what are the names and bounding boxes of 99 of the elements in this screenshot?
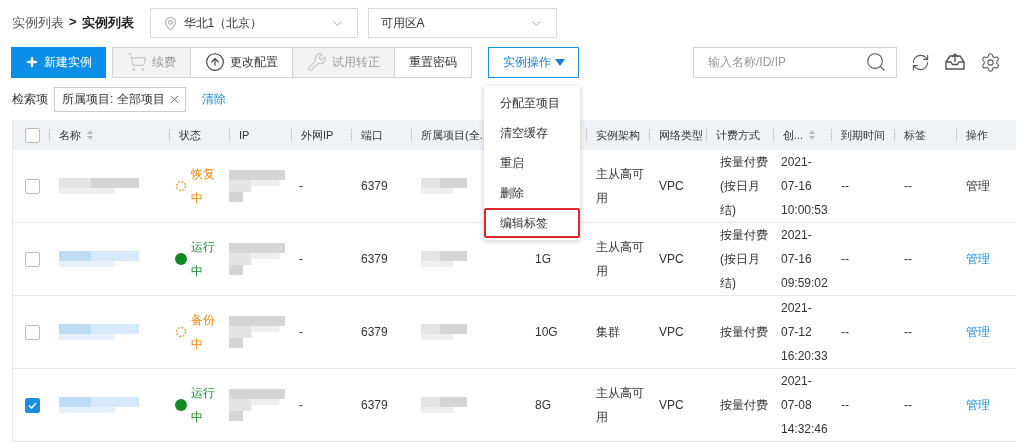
manage-link[interactable]: 管理 [966, 323, 990, 341]
breadcrumb-link[interactable]: 实例列表 [12, 14, 64, 32]
menu-item[interactable]: 删除 [484, 178, 580, 208]
table-cell-text: - [299, 251, 303, 268]
table-cell-text: 2021-07-12 16:20:33 [781, 300, 829, 365]
settings-icon[interactable] [980, 51, 1001, 73]
table-cell-text: 按量付费 [720, 324, 769, 341]
column-header: 端口 [361, 127, 383, 143]
refresh-icon[interactable] [911, 52, 930, 72]
table-cell-text: 6379 [361, 397, 388, 414]
table-cell-text: VPC [659, 324, 684, 341]
table-cell-text: VPC [659, 397, 684, 414]
column-header: 创... [783, 127, 804, 143]
column-header: IP [239, 129, 250, 141]
table-cell-text: -- [841, 324, 849, 341]
toolbar-button[interactable]: 重置密码 [394, 46, 472, 78]
column-header: 网络类型 [659, 127, 703, 143]
table-cell-text: -- [841, 251, 849, 268]
search-icon[interactable] [865, 50, 887, 73]
manage-link[interactable]: 管理 [966, 396, 990, 414]
table-cell-text: VPC [659, 251, 684, 268]
table-cell-text: - [299, 178, 303, 195]
cart-icon [127, 52, 147, 72]
table-cell-text: -- [904, 324, 912, 341]
menu-item[interactable]: 重启 [484, 148, 580, 178]
loading-icon [175, 326, 187, 338]
column-header: 标签 [904, 127, 926, 143]
table-cell-text: 10G [535, 324, 558, 341]
table-cell-text: 2021-07-08 14:32:46 [781, 373, 829, 438]
table-cell-text: 按量付费(按日月结) [720, 227, 769, 292]
column-header: 实例架构 [596, 127, 640, 143]
plus-icon [25, 55, 39, 69]
table-cell-text: 2021-07-16 10:00:53 [781, 154, 829, 219]
table-cell-text: 6379 [361, 178, 388, 195]
table-cell-text: 主从高可用 [596, 166, 645, 207]
column-header: 状态 [179, 127, 201, 143]
table-cell-text: 6379 [361, 251, 388, 268]
table-cell-text: 集群 [596, 324, 621, 341]
blurred-text [421, 397, 467, 413]
column-header: 操作 [966, 127, 988, 143]
blurred-text [229, 243, 285, 275]
table-cell-text: -- [841, 397, 849, 414]
select-all-checkbox[interactable] [25, 127, 40, 143]
arrow-up-icon [205, 52, 225, 72]
column-header: 外网IP [301, 127, 334, 143]
row-checkbox[interactable] [25, 324, 40, 340]
toolbar-button[interactable]: 更改配置 [190, 46, 293, 78]
table-cell-text: -- [904, 251, 912, 268]
upload-tray-icon[interactable] [944, 52, 966, 72]
status-text: 恢复中 [191, 166, 216, 207]
sort-icon[interactable] [86, 129, 94, 141]
table-cell-text: -- [841, 178, 849, 195]
table-cell-text: - [299, 397, 303, 414]
status-text: 备份中 [191, 312, 216, 353]
table-cell-text: -- [904, 178, 912, 195]
caret-icon [554, 58, 565, 66]
table-cell-text: 按量付费 [720, 397, 769, 414]
table-cell-text: -- [904, 397, 912, 414]
blurred-text [229, 316, 285, 348]
table-cell-text: VPC [659, 178, 684, 195]
column-header: 计费方式 [716, 127, 760, 143]
table-cell-text: - [299, 324, 303, 341]
table-cell-text: 主从高可用 [596, 239, 645, 280]
table-cell-text: 2021-07-16 09:59:02 [781, 227, 829, 292]
blurred-text [421, 251, 467, 267]
menu-item[interactable]: 编辑标签 [484, 208, 580, 238]
region-select[interactable]: 华北1（北京） [149, 8, 358, 38]
breadcrumb-separator: > [69, 14, 77, 31]
search-field[interactable]: 输入名称/ID/IP [693, 46, 897, 78]
menu-item[interactable]: 分配至项目 [484, 88, 580, 118]
column-header: 到期时间 [841, 127, 885, 143]
blurred-text [421, 324, 467, 340]
column-header: 名称 [59, 127, 81, 143]
zone-select[interactable]: 可用区A [367, 8, 557, 38]
sort-icon[interactable] [808, 129, 817, 141]
blurred-text [421, 178, 467, 194]
row-checkbox[interactable] [25, 251, 40, 267]
blurred-text [229, 389, 285, 421]
table-cell-text: 1G [535, 251, 551, 268]
blurred-text [229, 170, 285, 202]
status-text: 运行中 [191, 239, 216, 280]
table-cell-text: 8G [535, 397, 551, 414]
check-icon [28, 401, 37, 409]
filter-label: 检索项 [12, 90, 48, 108]
breadcrumb-current: 实例列表 [81, 14, 134, 32]
row-checkbox[interactable] [25, 397, 40, 413]
clear-link[interactable]: 清除 [201, 90, 226, 108]
loading-icon [175, 180, 187, 192]
wrench-icon [307, 52, 327, 72]
actions-dropdown[interactable]: 实例操作 [488, 46, 579, 78]
table-cell-text: 主从高可用 [596, 385, 645, 426]
filter-tag-text: 所属项目: 全部项目 [62, 90, 165, 108]
column-header: 所属项目(全. [421, 127, 483, 143]
menu-item[interactable]: 清空缓存 [484, 118, 580, 148]
table-cell-text: 6379 [361, 324, 388, 341]
manage-link[interactable]: 管理 [966, 250, 990, 268]
status-text: 运行中 [191, 385, 216, 426]
table-cell-text: 按量付费(按日月结) [720, 154, 769, 219]
location-pin-icon [162, 15, 178, 31]
